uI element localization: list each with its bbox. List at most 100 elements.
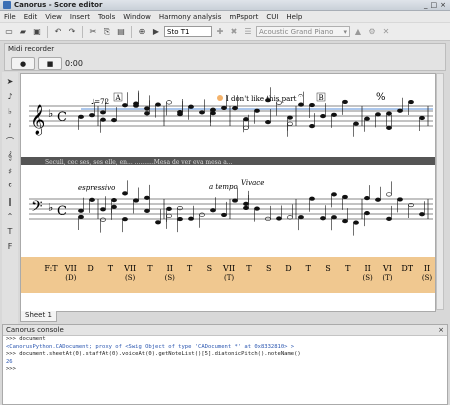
note-head[interactable]: [419, 115, 425, 121]
menu-edit[interactable]: Edit: [20, 13, 42, 21]
menu-view[interactable]: View: [41, 13, 66, 21]
note-head[interactable]: [353, 121, 359, 126]
note-head[interactable]: [243, 125, 249, 130]
harmony-function[interactable]: S: [325, 264, 330, 273]
close-icon[interactable]: ✕: [380, 26, 392, 38]
harmony-function[interactable]: VII: [64, 264, 77, 273]
up-icon[interactable]: ▲: [352, 26, 364, 38]
note-head[interactable]: [166, 213, 172, 218]
zoom-icon[interactable]: ⊕: [136, 26, 148, 38]
properties-icon[interactable]: ☰: [242, 26, 254, 38]
lyrics-icon[interactable]: T: [4, 225, 16, 237]
note-head[interactable]: [309, 102, 315, 108]
note-head[interactable]: [254, 108, 260, 113]
function-mark-icon[interactable]: F: [4, 240, 16, 252]
new-document-icon[interactable]: ▭: [3, 26, 15, 38]
note-head[interactable]: [210, 107, 216, 112]
mark-icon[interactable]: ⌃: [4, 210, 16, 222]
note-head[interactable]: [100, 217, 106, 222]
note-head[interactable]: [122, 217, 128, 222]
stop-button[interactable]: ■: [38, 57, 62, 70]
note-head[interactable]: [265, 98, 271, 103]
bass-notes[interactable]: [78, 180, 429, 236]
menu-tools[interactable]: Tools: [94, 13, 119, 21]
tab-sheet-1[interactable]: Sheet 1: [20, 311, 57, 322]
harmony-function[interactable]: VI: [382, 264, 392, 273]
note-head[interactable]: [364, 116, 370, 121]
note-head[interactable]: [342, 219, 348, 224]
note-head[interactable]: [309, 123, 315, 129]
note-head[interactable]: [243, 117, 249, 122]
note-head[interactable]: [397, 197, 403, 202]
score-canvas[interactable]: 𝄞 ♭ C ♩=72 A B % 𝄐 I don't like this par…: [20, 73, 436, 312]
note-head[interactable]: [100, 110, 106, 115]
note-head[interactable]: [199, 212, 205, 217]
maximize-button[interactable]: □: [431, 1, 438, 9]
note-head[interactable]: [419, 212, 425, 217]
note-head[interactable]: [133, 103, 139, 108]
note-head[interactable]: [210, 208, 216, 213]
note-head[interactable]: [166, 100, 172, 105]
note-head[interactable]: [298, 102, 304, 107]
vertical-scrollbar[interactable]: [436, 73, 444, 310]
rehearsal-mark-a[interactable]: A: [115, 94, 122, 102]
note-head[interactable]: [309, 196, 315, 201]
menu-window[interactable]: Window: [119, 13, 155, 21]
open-folder-icon[interactable]: ▰: [17, 26, 29, 38]
play-icon[interactable]: ▶: [150, 26, 162, 38]
note-head[interactable]: [386, 192, 392, 197]
note-head[interactable]: [287, 121, 293, 126]
note-head[interactable]: [386, 111, 392, 116]
note-head[interactable]: [353, 220, 359, 225]
note-head[interactable]: [111, 118, 117, 123]
menu-insert[interactable]: Insert: [66, 13, 94, 21]
note-head[interactable]: [144, 111, 150, 116]
harmony-function[interactable]: T: [306, 264, 312, 273]
save-icon[interactable]: ▣: [31, 26, 43, 38]
menu-cui[interactable]: CUI: [262, 13, 282, 21]
note-head[interactable]: [221, 212, 227, 218]
note-head[interactable]: [188, 104, 194, 109]
harmony-function[interactable]: II: [424, 264, 430, 273]
harmony-function[interactable]: D: [87, 264, 93, 273]
note-head[interactable]: [243, 201, 249, 206]
select-icon[interactable]: ➤: [4, 75, 16, 87]
harmony-function[interactable]: DT: [401, 264, 413, 273]
note-head[interactable]: [122, 191, 128, 196]
harmony-function[interactable]: T: [147, 264, 153, 273]
console-output[interactable]: >>> document <CanorusPython.CADocument; p…: [3, 336, 447, 374]
note-head[interactable]: [144, 195, 150, 200]
rest-icon[interactable]: 𝄽: [4, 120, 16, 132]
harmony-function[interactable]: T: [108, 264, 114, 273]
note-head[interactable]: [408, 99, 414, 105]
menu-file[interactable]: File: [0, 13, 20, 21]
note-icon[interactable]: ♪: [4, 90, 16, 102]
cut-icon[interactable]: ✂: [87, 26, 99, 38]
harmony-function[interactable]: II: [364, 264, 370, 273]
note-head[interactable]: [166, 206, 172, 211]
note-head[interactable]: [199, 110, 205, 115]
note-head[interactable]: [122, 103, 128, 108]
copy-icon[interactable]: ⎘: [101, 26, 113, 38]
note-head[interactable]: [342, 194, 348, 200]
note-head[interactable]: [320, 216, 326, 221]
note-head[interactable]: [78, 114, 84, 119]
harmony-function[interactable]: T: [345, 264, 351, 273]
note-head[interactable]: [177, 216, 183, 222]
note-head[interactable]: [276, 216, 282, 221]
settings-icon[interactable]: ⚙: [366, 26, 378, 38]
paste-icon[interactable]: ▤: [115, 26, 127, 38]
harmony-function[interactable]: F:T: [44, 264, 58, 273]
note-head[interactable]: [375, 197, 381, 202]
note-head[interactable]: [287, 215, 293, 220]
note-head[interactable]: [331, 215, 337, 220]
note-head[interactable]: [111, 198, 117, 203]
harmony-function[interactable]: D: [285, 264, 291, 273]
note-head[interactable]: [155, 102, 161, 107]
menu-harmony-analysis[interactable]: Harmony analysis: [155, 13, 226, 21]
note-head[interactable]: [287, 115, 293, 120]
note-head[interactable]: [100, 117, 106, 122]
harmony-function[interactable]: VII: [222, 264, 235, 273]
note-head[interactable]: [397, 108, 403, 113]
note-head[interactable]: [386, 125, 392, 131]
